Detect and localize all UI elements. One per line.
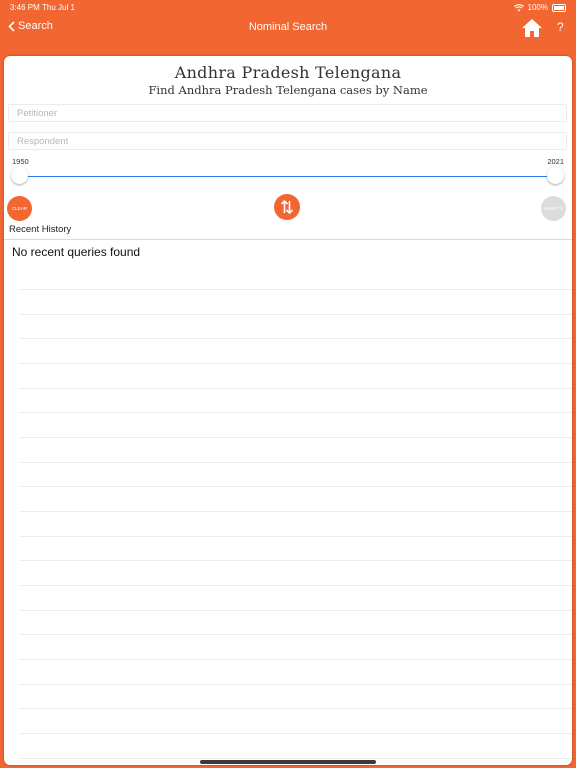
home-icon [522,19,542,37]
list-row-separator [19,708,572,709]
battery-percent: 100% [527,3,548,12]
list-row-separator [19,363,572,364]
list-row-separator [19,314,572,315]
year-max-label: 2021 [547,157,564,166]
list-row-separator [19,412,572,413]
list-row-separator [19,511,572,512]
history-divider [4,239,572,240]
list-row-separator [19,486,572,487]
list-row-separator [19,437,572,438]
empty-history-message: No recent queries found [12,245,141,259]
petitioner-input[interactable]: Petitioner [8,104,567,122]
status-time: 3:46 PM [10,3,40,12]
list-row-separator [19,560,572,561]
recent-history-label: Recent History [9,224,72,235]
home-button[interactable] [521,18,543,38]
list-row-separator [19,659,572,660]
status-bar: 3:46 PM Thu Jul 1 100% [0,0,576,14]
court-title: Andhra Pradesh Telengana [174,63,402,82]
battery-icon [552,3,566,12]
list-row-separator [19,585,572,586]
year-min-label: 1950 [12,157,29,166]
year-range-slider[interactable] [20,176,557,177]
list-row-separator [19,634,572,635]
list-row-separator [19,388,572,389]
main-card: Andhra Pradesh Telengana Find Andhra Pra… [4,56,572,765]
clear-button[interactable]: CLEAR [7,196,32,221]
status-indicators: 100% [513,3,566,12]
year-max-handle[interactable] [547,167,564,184]
list-row-separator [19,758,572,759]
respondent-input[interactable]: Respondent [8,132,567,150]
list-row-separator [19,684,572,685]
court-subtitle: Find Andhra Pradesh Telengana cases by N… [148,83,428,97]
wifi-icon [513,3,524,11]
swap-arrows-icon [280,199,294,215]
search-button[interactable]: SEARCH [541,196,566,221]
help-button[interactable]: ? [557,20,564,34]
page-title: Nominal Search [248,21,328,33]
swap-button[interactable] [274,194,300,220]
navigation-bar: Search Nominal Search ? [0,14,576,42]
list-row-separator [19,733,572,734]
list-row-separator [19,289,572,290]
home-indicator[interactable] [200,760,376,764]
list-row-separator [19,462,572,463]
list-row-separator [19,338,572,339]
list-row-separator [19,536,572,537]
status-date: Thu Jul 1 [42,3,75,12]
list-row-separator [19,610,572,611]
year-min-handle[interactable] [11,167,28,184]
